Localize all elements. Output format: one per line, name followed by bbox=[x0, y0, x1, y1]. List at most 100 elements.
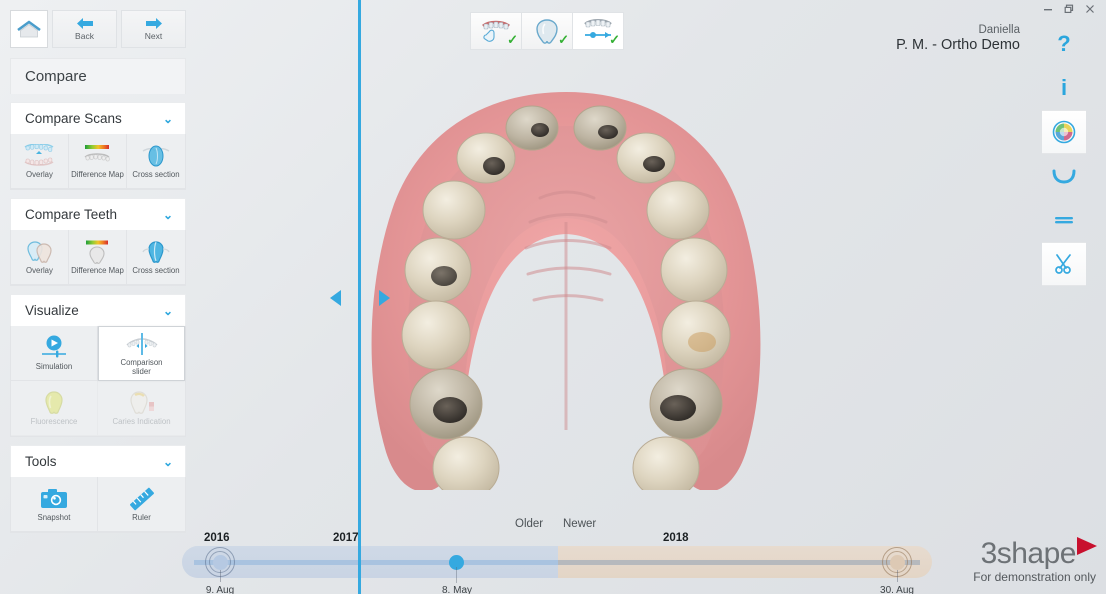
tile-fluorescence[interactable]: Fluorescence bbox=[11, 381, 98, 436]
group-visualize: Visualize ⌄ Simulation Comparison slider… bbox=[10, 294, 186, 437]
trim-button[interactable] bbox=[1042, 242, 1086, 286]
comparison-slider-icon bbox=[122, 331, 162, 357]
workflow-step-compare[interactable]: ✓ bbox=[572, 12, 624, 50]
group-header-tools[interactable]: Tools ⌄ bbox=[10, 445, 186, 477]
scissors-icon bbox=[1055, 254, 1071, 274]
patient-name: Daniella bbox=[978, 24, 1020, 36]
back-label: Back bbox=[75, 31, 94, 41]
help-button[interactable]: ? bbox=[1042, 22, 1086, 66]
tile-label: Snapshot bbox=[37, 512, 71, 522]
next-label: Next bbox=[144, 31, 163, 41]
handle-tick bbox=[897, 570, 898, 582]
tile-label: Caries Indication bbox=[112, 416, 171, 426]
overlay-arches-icon bbox=[22, 143, 56, 169]
tile-label: Simulation bbox=[35, 361, 73, 371]
tile-difference-map-scans[interactable]: Difference Map bbox=[68, 134, 127, 189]
handle-core bbox=[889, 554, 905, 570]
dental-arch-model bbox=[316, 70, 816, 490]
logo-text: 3shape bbox=[980, 537, 1077, 570]
tile-simulation[interactable]: Simulation bbox=[11, 326, 98, 381]
demo-notice: For demonstration only bbox=[973, 570, 1096, 584]
tile-label: Cross section bbox=[132, 265, 180, 275]
tile-difference-map-teeth[interactable]: Difference Map bbox=[68, 230, 127, 285]
rail-older-segment bbox=[194, 560, 558, 565]
group-title: Compare Scans bbox=[25, 111, 122, 126]
chevron-down-icon[interactable]: ⌄ bbox=[163, 455, 173, 469]
tile-grid-tools: Snapshot Ruler bbox=[10, 477, 186, 533]
group-title: Visualize bbox=[25, 303, 79, 318]
tooth-icon bbox=[536, 19, 558, 44]
tooth-difference-map-icon bbox=[82, 239, 112, 265]
handle-core bbox=[212, 554, 228, 570]
back-button[interactable]: Back bbox=[52, 10, 117, 48]
tile-label: Overlay bbox=[26, 265, 53, 275]
tile-overlay-teeth[interactable]: Overlay bbox=[11, 230, 69, 285]
tile-label: Overlay bbox=[26, 169, 53, 179]
restore-icon[interactable] bbox=[1061, 2, 1077, 16]
workflow-steps: ✓ ✓ ✓ bbox=[470, 12, 624, 50]
tile-label: Comparison slider bbox=[120, 358, 163, 376]
year-label-2016: 2016 bbox=[204, 532, 230, 544]
tile-cross-section-scans[interactable]: Cross section bbox=[126, 134, 185, 189]
color-button[interactable] bbox=[1042, 110, 1086, 154]
older-scan-handle[interactable] bbox=[204, 546, 236, 582]
tile-label: Difference Map bbox=[71, 169, 124, 179]
group-header-compare-scans[interactable]: Compare Scans ⌄ bbox=[10, 102, 186, 134]
group-compare-teeth: Compare Teeth ⌄ Overlay Difference Map C… bbox=[10, 198, 186, 286]
upper-jaw-line-icon bbox=[1055, 217, 1073, 224]
older-scan-half bbox=[316, 70, 566, 490]
minimize-icon[interactable] bbox=[1040, 2, 1056, 16]
workflow-check-3: ✓ bbox=[609, 32, 620, 47]
tile-comparison-slider[interactable]: Comparison slider bbox=[98, 326, 185, 381]
rail-newer-segment bbox=[558, 560, 920, 565]
tile-grid-compare-teeth: Overlay Difference Map Cross section bbox=[10, 230, 186, 286]
lower-jaw-button[interactable] bbox=[1042, 154, 1086, 198]
newer-scan-handle[interactable] bbox=[881, 546, 913, 582]
left-triangle-icon[interactable] bbox=[330, 290, 341, 306]
marker-tick bbox=[456, 567, 457, 583]
right-toolbar: ? i bbox=[1042, 22, 1086, 286]
color-wheel-icon bbox=[1052, 120, 1076, 144]
workflow-step-scan-selection[interactable]: ✓ bbox=[470, 12, 522, 50]
close-icon[interactable] bbox=[1082, 2, 1098, 16]
handle-tick bbox=[220, 570, 221, 582]
tile-ruler[interactable]: Ruler bbox=[98, 477, 185, 532]
cross-section-icon bbox=[139, 143, 173, 169]
chevron-down-icon[interactable]: ⌄ bbox=[163, 208, 173, 222]
timeline-track[interactable] bbox=[182, 546, 932, 583]
next-button[interactable]: Next bbox=[121, 10, 186, 48]
ruler-icon bbox=[127, 486, 157, 512]
tile-cross-section-teeth[interactable]: Cross section bbox=[126, 230, 185, 285]
back-arrow-icon bbox=[76, 18, 93, 29]
group-header-compare-teeth[interactable]: Compare Teeth ⌄ bbox=[10, 198, 186, 230]
3d-viewport[interactable] bbox=[196, 0, 1106, 512]
newer-arch-render bbox=[566, 92, 761, 490]
group-title: Compare Teeth bbox=[25, 207, 118, 222]
chevron-down-icon[interactable]: ⌄ bbox=[163, 304, 173, 318]
tile-overlay-scans[interactable]: Overlay bbox=[11, 134, 69, 189]
scan-scene bbox=[196, 0, 1106, 512]
upper-jaw-button[interactable] bbox=[1042, 198, 1086, 242]
comparison-slider-handle[interactable] bbox=[330, 288, 390, 308]
patient-case: P. M. - Ortho Demo bbox=[896, 37, 1020, 53]
page-title: Compare bbox=[10, 58, 186, 94]
fluorescence-icon bbox=[40, 390, 68, 416]
app-window: ✓ ✓ ✓ Daniella P. M. - Ortho Demo ? i Ba… bbox=[0, 0, 1106, 594]
chevron-down-icon[interactable]: ⌄ bbox=[163, 112, 173, 126]
tile-snapshot[interactable]: Snapshot bbox=[11, 477, 98, 532]
red-triangle-logo-mark bbox=[1077, 537, 1097, 555]
group-header-visualize[interactable]: Visualize ⌄ bbox=[10, 294, 186, 326]
info-button[interactable]: i bbox=[1042, 66, 1086, 110]
tile-caries-indication[interactable]: Caries Indication bbox=[98, 381, 185, 436]
mid-scan-marker[interactable] bbox=[449, 555, 464, 583]
nav-row: Back Next bbox=[0, 0, 196, 48]
caries-indication-icon bbox=[127, 390, 157, 416]
play-simulation-icon bbox=[37, 335, 71, 361]
tooth-cross-section-icon bbox=[141, 239, 171, 265]
group-title: Tools bbox=[25, 454, 57, 469]
right-triangle-icon[interactable] bbox=[379, 290, 390, 306]
home-button[interactable] bbox=[10, 10, 48, 48]
year-label-2017: 2017 bbox=[333, 532, 359, 544]
older-arch-render bbox=[371, 92, 566, 490]
workflow-step-tooth[interactable]: ✓ bbox=[521, 12, 573, 50]
